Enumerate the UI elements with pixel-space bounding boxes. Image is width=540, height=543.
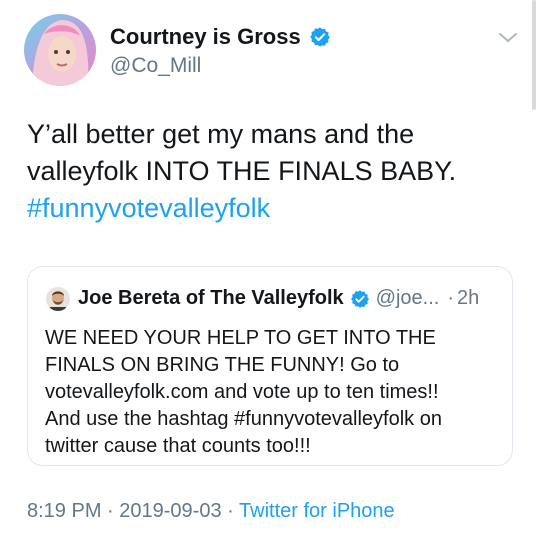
author-handle[interactable]: @Co_Mill [110, 54, 201, 78]
author-display-name-row[interactable]: Courtney is Gross [110, 24, 331, 50]
quoted-tweet-time[interactable]: 2h [457, 287, 479, 310]
author-display-name[interactable]: Courtney is Gross [110, 24, 301, 50]
tweet-text: Y’all better get my mans and the valleyf… [27, 116, 517, 227]
scrollbar[interactable] [532, 0, 536, 110]
separator-dot: · [447, 287, 454, 309]
quoted-tweet[interactable]: Joe Bereta of The Valleyfolk @joe... · 2… [27, 266, 513, 466]
tweet-date[interactable]: 2019-09-03 [119, 500, 221, 522]
tweet-text-line: valleyfolk INTO THE FINALS BABY. [27, 156, 457, 186]
separator-dot: · [227, 500, 234, 522]
quoted-text-line: WE NEED YOUR HELP TO GET INTO THE [45, 327, 436, 349]
tweet-text-line: Y’all better get my mans and the [27, 119, 415, 149]
chevron-down-icon[interactable] [496, 30, 520, 46]
tweet-metadata: 8:19 PM · 2019-09-03 · Twitter for iPhon… [27, 500, 395, 523]
author-avatar[interactable] [24, 14, 96, 86]
tweet-time[interactable]: 8:19 PM [27, 500, 101, 522]
quoted-text-line: twitter cause that counts too!!! [45, 435, 311, 457]
quoted-author-handle[interactable]: @joe... [376, 287, 440, 310]
quoted-author-display-name[interactable]: Joe Bereta of The Valleyfolk [78, 287, 344, 310]
tweet-source-link[interactable]: Twitter for iPhone [239, 500, 395, 522]
quoted-author-avatar[interactable] [46, 287, 70, 311]
quoted-text-line: votevalleyfolk.com and vote up to ten ti… [45, 381, 439, 403]
tweet-card: Courtney is Gross @Co_Mill Y’all better … [0, 0, 540, 543]
verified-badge-icon [309, 26, 331, 48]
quoted-text-line: FINALS ON BRING THE FUNNY! Go to [45, 354, 400, 376]
verified-badge-icon [350, 289, 370, 309]
quoted-tweet-text: WE NEED YOUR HELP TO GET INTO THE FINALS… [45, 325, 505, 460]
separator-dot: · [107, 500, 114, 522]
tweet-hashtag-link[interactable]: #funnyvotevalleyfolk [27, 190, 517, 227]
quoted-tweet-header: Joe Bereta of The Valleyfolk @joe... · 2… [78, 287, 500, 310]
quoted-text-line: And use the hashtag #funnyvotevalleyfolk… [45, 408, 442, 430]
